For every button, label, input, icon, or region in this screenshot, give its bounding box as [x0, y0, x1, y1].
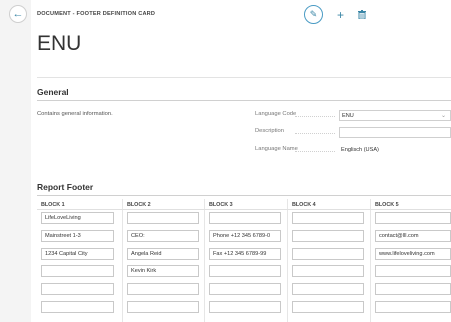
block-5-cell[interactable]: [375, 212, 451, 224]
pencil-icon: ✎: [309, 9, 318, 19]
block-5-cell[interactable]: [375, 283, 451, 295]
block-4-cell[interactable]: [292, 265, 364, 277]
action-toolbar: ✎ +: [304, 5, 367, 24]
column-separator: [287, 199, 288, 322]
block-5-cell[interactable]: [375, 301, 451, 313]
column-separator: [122, 199, 123, 322]
block-1-cell[interactable]: [41, 283, 114, 295]
block-1-cell[interactable]: Mainstreet 1-3: [41, 230, 114, 242]
language-code-value: ENU: [342, 113, 354, 119]
block-1-cell[interactable]: LifeLoveLiving: [41, 212, 114, 224]
column-header-block-4: BLOCK 4: [292, 202, 316, 208]
general-section-divider: [37, 100, 451, 101]
chevron-down-icon: ⌄: [440, 113, 446, 119]
block-2-cell[interactable]: Angela Reid: [127, 248, 199, 260]
block-3-cell[interactable]: Phone +12 345 6789-0: [209, 230, 281, 242]
block-3-cell[interactable]: [209, 265, 281, 277]
column-separator: [204, 199, 205, 322]
language-code-select[interactable]: ENU ⌄: [339, 110, 451, 121]
report-footer-section-divider: [37, 195, 451, 196]
block-5-cell[interactable]: www.lifeloveliving.com: [375, 248, 451, 260]
page-title: ENU: [37, 32, 82, 55]
block-2-cell[interactable]: Kevin Kirk: [127, 265, 199, 277]
block-4-cell[interactable]: [292, 212, 364, 224]
description-row: Description: [255, 127, 451, 138]
plus-icon: +: [337, 7, 345, 22]
column-separator: [370, 199, 371, 322]
block-2-cell[interactable]: [127, 301, 199, 313]
language-code-label: Language Code: [255, 111, 299, 117]
language-name-label: Language Name: [255, 146, 300, 152]
block-5-cell[interactable]: [375, 265, 451, 277]
block-1-cell[interactable]: 1234 Capital City: [41, 248, 114, 260]
language-name-row: Language Name Englisch (USA): [255, 145, 451, 156]
field-dots: [295, 133, 335, 134]
column-header-block-2: BLOCK 2: [127, 202, 151, 208]
edit-button[interactable]: ✎: [304, 5, 323, 24]
block-2-cell[interactable]: [127, 283, 199, 295]
block-3-cell[interactable]: [209, 301, 281, 313]
general-section-title[interactable]: General: [37, 87, 69, 97]
new-button[interactable]: +: [337, 8, 344, 22]
column-header-block-3: BLOCK 3: [209, 202, 233, 208]
block-3-cell[interactable]: [209, 283, 281, 295]
column-header-block-5: BLOCK 5: [375, 202, 399, 208]
block-3-cell[interactable]: [209, 212, 281, 224]
page-caption: DOCUMENT - FOOTER DEFINITION CARD: [37, 11, 156, 17]
report-footer-section-title[interactable]: Report Footer: [37, 182, 93, 192]
column-header-block-1: BLOCK 1: [41, 202, 65, 208]
block-3-cell[interactable]: Fax +12 345 6789-99: [209, 248, 281, 260]
block-4-cell[interactable]: [292, 301, 364, 313]
field-dots: [295, 116, 335, 117]
language-name-value: Englisch (USA): [341, 147, 379, 153]
arrow-left-icon: ←: [12, 7, 24, 20]
block-2-cell[interactable]: [127, 212, 199, 224]
block-2-cell[interactable]: CEO:: [127, 230, 199, 242]
header-divider: [37, 77, 451, 78]
description-input[interactable]: [339, 127, 451, 138]
block-4-cell[interactable]: [292, 283, 364, 295]
block-4-cell[interactable]: [292, 248, 364, 260]
general-info-text: Contains general information.: [37, 111, 113, 117]
block-1-cell[interactable]: [41, 301, 114, 313]
block-5-cell[interactable]: contact@lll.com: [375, 230, 451, 242]
description-label: Description: [255, 128, 286, 134]
table-header-divider: [37, 209, 451, 210]
field-dots: [295, 151, 335, 152]
footer-definition-card: DOCUMENT - FOOTER DEFINITION CARD ENU ✎ …: [31, 0, 451, 322]
trash-icon: [358, 10, 367, 19]
block-4-cell[interactable]: [292, 230, 364, 242]
back-button[interactable]: ←: [9, 5, 27, 23]
language-code-row: Language Code ENU ⌄: [255, 110, 451, 121]
block-1-cell[interactable]: [41, 265, 114, 277]
delete-button[interactable]: [358, 10, 367, 19]
